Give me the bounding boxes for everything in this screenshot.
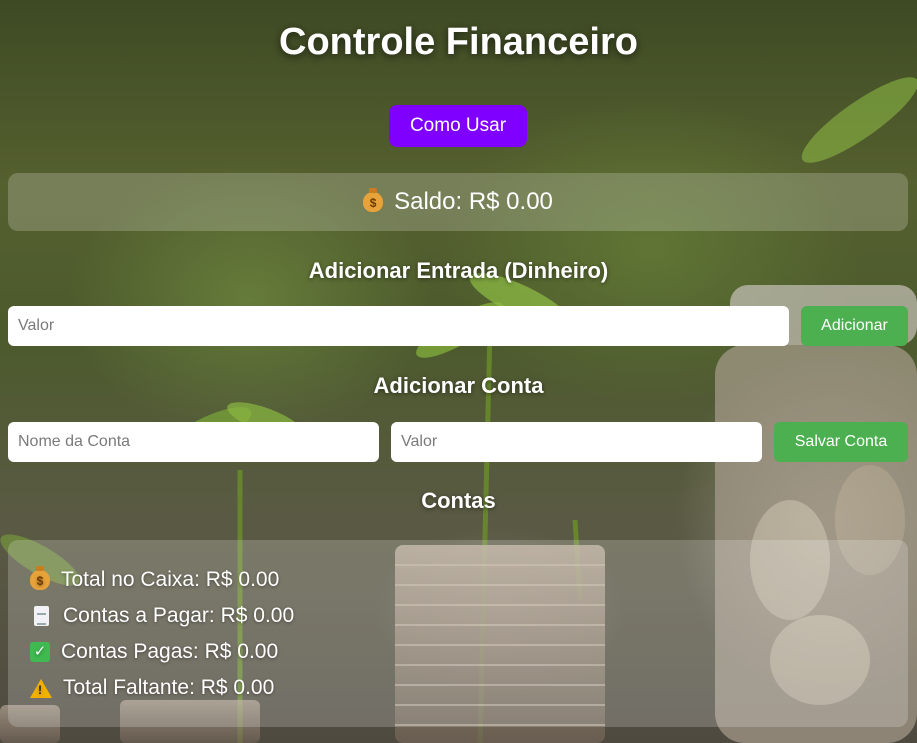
summary-item-label: Contas Pagas: R$ 0.00 <box>61 640 279 663</box>
summary-item-label: Total Faltante: R$ 0.00 <box>63 676 275 699</box>
save-bill-button[interactable]: Salvar Conta <box>774 422 908 462</box>
page-title: Controle Financeiro <box>279 21 638 63</box>
bills-summary-panel: $ Total no Caixa: R$ 0.00 Contas a Pagar… <box>8 540 908 727</box>
how-to-use-button[interactable]: Como Usar <box>389 105 527 147</box>
app-container: Controle Financeiro Como Usar $ Saldo: R… <box>0 0 917 743</box>
add-bill-heading: Adicionar Conta <box>373 373 544 398</box>
summary-item-bills-to-pay: Contas a Pagar: R$ 0.00 <box>30 604 294 628</box>
bill-value-input[interactable] <box>391 422 762 462</box>
add-income-heading: Adicionar Entrada (Dinheiro) <box>308 258 609 283</box>
balance-panel: $ Saldo: R$ 0.00 <box>8 173 908 231</box>
bills-heading: Contas <box>421 488 496 513</box>
summary-item-total-missing: ! Total Faltante: R$ 0.00 <box>30 676 274 700</box>
summary-item-label: Total no Caixa: R$ 0.00 <box>61 568 280 591</box>
bill-name-input[interactable] <box>8 422 379 462</box>
warning-icon: ! <box>30 678 52 698</box>
check-icon: ✓ <box>30 642 50 662</box>
money-bag-icon: $ <box>363 188 384 212</box>
summary-item-label: Contas a Pagar: R$ 0.00 <box>63 604 295 627</box>
money-bag-icon: $ <box>30 566 50 590</box>
add-income-button[interactable]: Adicionar <box>801 306 908 346</box>
summary-item-total-cash: $ Total no Caixa: R$ 0.00 <box>30 566 280 592</box>
balance-label: Saldo: R$ 0.00 <box>394 188 553 215</box>
summary-item-bills-paid: ✓ Contas Pagas: R$ 0.00 <box>30 640 278 664</box>
income-value-input[interactable] <box>8 306 789 346</box>
document-icon <box>34 606 49 626</box>
